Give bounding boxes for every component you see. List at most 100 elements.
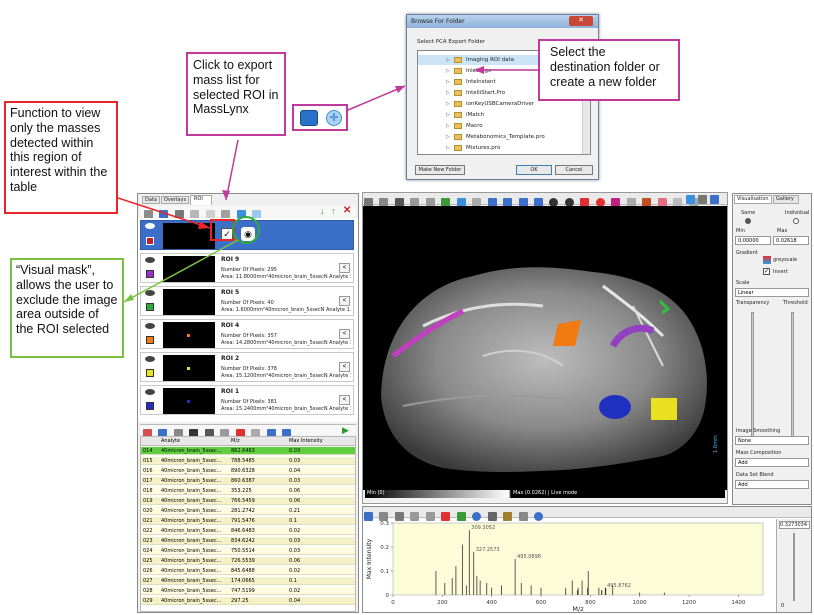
- eye-icon[interactable]: [145, 389, 155, 395]
- side-slider[interactable]: [793, 533, 795, 601]
- row-mz: 766.5459: [231, 498, 255, 504]
- roi-collapse-button[interactable]: <: [339, 329, 350, 339]
- table-row[interactable]: 017 40micron_brain_5ssec... 860.6387 0.03: [141, 477, 355, 485]
- row-analyte: 40micron_brain_5ssec...: [161, 578, 222, 584]
- same-radio[interactable]: [745, 218, 751, 224]
- row-intensity: 0.06: [289, 488, 301, 494]
- roi-collapse-button[interactable]: <: [339, 296, 350, 306]
- brain-image[interactable]: [363, 206, 727, 490]
- gradient-name[interactable]: greyscale: [773, 257, 797, 263]
- eye-icon[interactable]: [145, 223, 155, 229]
- table-row[interactable]: 020 40micron_brain_5ssec... 281.2742 0.21: [141, 507, 355, 515]
- header-max-intensity[interactable]: Max Intensity: [289, 438, 323, 444]
- roi-collapse-button[interactable]: <: [339, 263, 350, 273]
- individual-radio[interactable]: [793, 218, 799, 224]
- tab-gallery[interactable]: Gallery: [773, 195, 799, 204]
- delete-icon[interactable]: ✕: [343, 206, 352, 216]
- roi-2-mark[interactable]: [651, 398, 677, 420]
- folder-name: Mixtures.pro: [466, 145, 501, 151]
- tab-roi[interactable]: ROI: [190, 195, 212, 205]
- table-row[interactable]: 018 40micron_brain_5ssec... 353.225 0.06: [141, 487, 355, 495]
- row-mz: 726.5539: [231, 558, 255, 564]
- peak-annotation: 495.8762: [607, 583, 631, 589]
- max-label-rp: Max: [777, 228, 788, 234]
- roi-selected-row[interactable]: ✓ ◉: [140, 220, 354, 250]
- folder-expander[interactable]: ▷: [446, 68, 450, 74]
- roi-1-mark[interactable]: [599, 395, 631, 419]
- transparency-slider[interactable]: [751, 312, 754, 442]
- roi-collapse-button[interactable]: <: [339, 395, 350, 405]
- settings-icon[interactable]: [698, 195, 707, 204]
- folder-expander[interactable]: ▷: [446, 79, 450, 85]
- dialog-close-icon[interactable]: ✕: [569, 16, 593, 26]
- max-input[interactable]: 0.02618: [773, 236, 809, 245]
- threshold-slider[interactable]: [791, 312, 794, 442]
- table-row[interactable]: 015 40micron_brain_5ssec... 788.5485 0.03: [141, 457, 355, 465]
- ok-button[interactable]: OK: [516, 165, 552, 175]
- folder-expander[interactable]: ▷: [446, 145, 450, 151]
- table-row[interactable]: 029 40micron_brain_5ssec... 297.25 0.04: [141, 597, 355, 605]
- table-row[interactable]: 027 40micron_brain_5ssec... 174.0665 0.1: [141, 577, 355, 585]
- table-row[interactable]: 028 40micron_brain_5ssec... 747.5199 0.02: [141, 587, 355, 595]
- eye-icon[interactable]: [145, 356, 155, 362]
- move-down-icon[interactable]: ↓: [320, 207, 327, 216]
- folder-item[interactable]: ▷ iMatch: [418, 110, 578, 120]
- eye-icon[interactable]: [145, 290, 155, 296]
- row-intensity: 0.03: [289, 458, 301, 464]
- folder-expander[interactable]: ▷: [446, 123, 450, 129]
- folder-item[interactable]: ▷ Mixtures.pro: [418, 143, 578, 153]
- crosshair-icon[interactable]: ✛: [326, 110, 342, 126]
- roi-row[interactable]: ROI 5 Number Of Pixels: 40 Area: 1.6000mm²…: [140, 286, 354, 316]
- visual-mask-icon[interactable]: ◉: [241, 227, 255, 241]
- min-label: Min (0): [367, 490, 385, 496]
- table-row[interactable]: 025 40micron_brain_5ssec... 726.5539 0.06: [141, 557, 355, 565]
- roi-row[interactable]: ROI 4 Number Of Pixels: 357 Area: 14.2800m…: [140, 319, 354, 349]
- folder-item[interactable]: ▷ Macro: [418, 121, 578, 131]
- roi-row[interactable]: ROI 2 Number Of Pixels: 378 Area: 15.1200m…: [140, 352, 354, 382]
- tab-overlays[interactable]: Overlays: [161, 196, 189, 204]
- spectrum-panel: 0.3 0.2 0.1 0 0 200 400 600 800 1000 1200 1400 309.3…: [362, 506, 812, 613]
- export-masslynx-button[interactable]: [300, 110, 318, 126]
- info-icon[interactable]: [710, 195, 719, 204]
- table-row[interactable]: 014 40micron_brain_5ssec... 862.6463 0.03: [141, 447, 355, 455]
- min-input[interactable]: 0.00000: [735, 236, 771, 245]
- row-index: 028: [143, 588, 153, 594]
- view-options-icon[interactable]: [686, 195, 695, 204]
- table-row[interactable]: 021 40micron_brain_5ssec... 791.5476 0.1: [141, 517, 355, 525]
- roi-row[interactable]: ROI 1 Number Of Pixels: 381 Area: 15.2400m…: [140, 385, 354, 415]
- folder-item[interactable]: ▷ Metabonomics_Template.pro: [418, 132, 578, 142]
- invert-checkbox[interactable]: ✓: [763, 268, 770, 275]
- smoothing-dropdown[interactable]: None: [735, 436, 809, 445]
- mass-composition-dropdown[interactable]: Add: [735, 458, 809, 467]
- tab-visualisation[interactable]: Visualisation: [734, 195, 772, 204]
- move-up-icon[interactable]: ↑: [331, 207, 338, 216]
- header-analyte[interactable]: Analyte: [161, 438, 180, 444]
- image-view-panel: Min (0) Max (0.0262) | Live mode 1.0mm: [362, 192, 728, 504]
- table-row[interactable]: 016 40micron_brain_5ssec... 890.6328 0.04: [141, 467, 355, 475]
- roi-row[interactable]: ROI 9 Number Of Pixels: 295 Area: 11.8000m…: [140, 253, 354, 283]
- eye-icon[interactable]: [145, 257, 155, 263]
- spectrum-chart[interactable]: 0.3 0.2 0.1 00 200 400 600 800 1000 1200 1400 309.3…: [363, 519, 775, 613]
- cancel-button[interactable]: Cancel: [555, 165, 593, 175]
- header-mz[interactable]: M/z: [231, 438, 240, 444]
- table-row[interactable]: 026 40micron_brain_5ssec... 845.6488 0.02: [141, 567, 355, 575]
- folder-icon: [454, 68, 462, 74]
- scale-dropdown[interactable]: Linear: [735, 288, 809, 297]
- table-row[interactable]: 022 40micron_brain_5ssec... 846.6483 0.02: [141, 527, 355, 535]
- play-icon[interactable]: ▶: [342, 426, 351, 435]
- roi-collapse-button[interactable]: <: [339, 362, 350, 372]
- folder-expander[interactable]: ▷: [446, 134, 450, 140]
- table-row[interactable]: 019 40micron_brain_5ssec... 766.5459 0.06: [141, 497, 355, 505]
- table-row[interactable]: 024 40micron_brain_5ssec... 750.5514 0.03: [141, 547, 355, 555]
- make-new-folder-button[interactable]: Make New Folder: [415, 165, 465, 175]
- folder-expander[interactable]: ▷: [446, 57, 450, 63]
- table-row[interactable]: 023 40micron_brain_5ssec... 834.6242 0.03: [141, 537, 355, 545]
- eye-icon[interactable]: [145, 323, 155, 329]
- folder-expander[interactable]: ▷: [446, 90, 450, 96]
- folder-icon: [454, 79, 462, 85]
- folder-expander[interactable]: ▷: [446, 112, 450, 118]
- data-set-blend-dropdown[interactable]: Add: [735, 480, 809, 489]
- folder-expander[interactable]: ▷: [446, 101, 450, 107]
- roi-mask-checkbox[interactable]: ✓: [221, 228, 233, 240]
- tab-data[interactable]: Data: [142, 196, 160, 204]
